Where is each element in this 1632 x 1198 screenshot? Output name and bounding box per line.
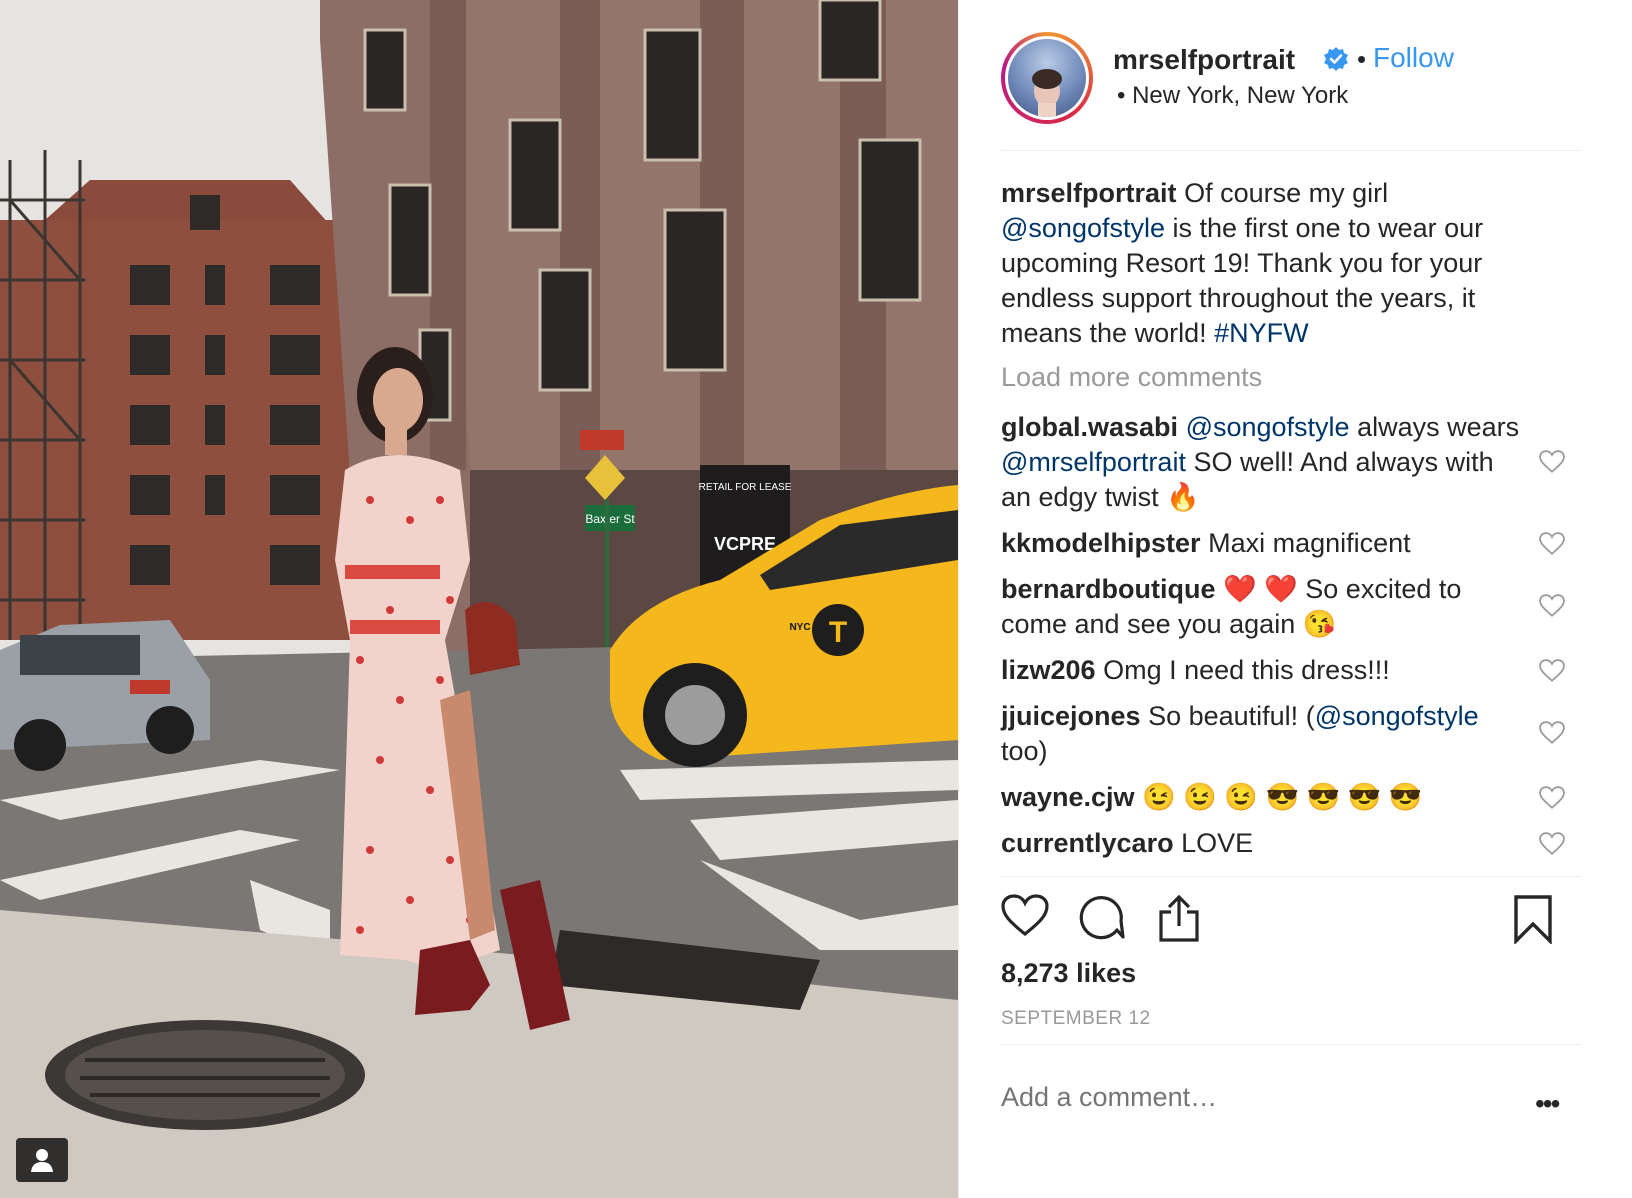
comment-item: global.wasabi @songofstyle always wears …	[1001, 410, 1565, 515]
comment-item: jjuicejones So beautiful! (@songofstyle …	[1001, 699, 1565, 769]
taxi-logo: T	[829, 616, 847, 649]
avatar[interactable]	[1001, 32, 1093, 124]
caption-username[interactable]: mrselfportrait	[1001, 178, 1177, 208]
header-separator: •	[1357, 44, 1367, 74]
comment-mention[interactable]: @songofstyle	[1315, 701, 1479, 731]
comment-text: So beautiful! (	[1148, 701, 1315, 731]
header-divider	[1001, 150, 1581, 151]
comment-username[interactable]: currentlycaro	[1001, 828, 1174, 858]
comment-item: wayne.cjw 😉 😉 😉 😎 😎 😎 😎	[1001, 780, 1565, 815]
likes-count[interactable]: 8,273 likes	[1001, 958, 1136, 989]
comment-mention[interactable]: @mrselfportrait	[1001, 447, 1186, 477]
comments-list: global.wasabi @songofstyle always wears …	[1001, 410, 1581, 872]
comment-username[interactable]: bernardboutique	[1001, 574, 1216, 604]
caption-mention[interactable]: @songofstyle	[1001, 213, 1165, 243]
comment-username[interactable]: wayne.cjw	[1001, 782, 1135, 812]
street-sign-text: Baxter St	[585, 512, 635, 526]
comment-like-heart-icon[interactable]	[1539, 832, 1565, 856]
comment-username[interactable]: kkmodelhipster	[1001, 528, 1201, 558]
comment-like-heart-icon[interactable]	[1539, 594, 1565, 618]
comment-like-heart-icon[interactable]	[1539, 532, 1565, 556]
post-side-panel: mrselfportrait • Follow • New York, New …	[958, 0, 1632, 1198]
caption-hashtag[interactable]: #NYFW	[1214, 318, 1309, 348]
comment-like-heart-icon[interactable]	[1539, 786, 1565, 810]
caption-text-1: Of course my girl	[1184, 178, 1389, 208]
comment-item: kkmodelhipster Maxi magnificent	[1001, 526, 1565, 561]
comment-username[interactable]: lizw206	[1001, 655, 1096, 685]
post-caption: mrselfportrait Of course my girl @songof…	[1001, 176, 1541, 351]
post-photo[interactable]: RETAIL FOR LEASE VCPRE Baxter St T NYC	[0, 0, 958, 1198]
comment-icon[interactable]	[1079, 894, 1125, 940]
taxi-nyc-text: NYC	[789, 622, 810, 633]
add-comment-divider	[1001, 1044, 1581, 1045]
post-header: mrselfportrait • Follow • New York, New …	[1001, 30, 1571, 160]
comment-item: lizw206 Omg I need this dress!!!	[1001, 653, 1565, 688]
comment-text: too)	[1001, 736, 1048, 766]
comment-text: Omg I need this dress!!!	[1103, 655, 1390, 685]
retail-sign-text: RETAIL FOR LEASE	[699, 482, 792, 493]
comment-like-heart-icon[interactable]	[1539, 659, 1565, 683]
comment-item: currentlycaro LOVE	[1001, 826, 1565, 861]
comment-text: always wears	[1357, 412, 1520, 442]
post-location[interactable]: • New York, New York	[1117, 82, 1348, 110]
verified-badge-icon	[1324, 47, 1348, 71]
bookmark-icon[interactable]	[1513, 894, 1553, 944]
retail-sign-brand: VCPRE	[714, 534, 776, 554]
street-scene-image: RETAIL FOR LEASE VCPRE Baxter St T NYC	[0, 0, 958, 1198]
post-author-username[interactable]: mrselfportrait	[1113, 44, 1295, 76]
hearts-emoji: ❤️ ❤️	[1223, 574, 1298, 604]
more-options-button[interactable]: •••	[1535, 1088, 1560, 1120]
tagged-users-button[interactable]	[16, 1138, 68, 1182]
emoji-row: 😉 😉 😉 😎 😎 😎 😎	[1142, 782, 1423, 812]
post-date[interactable]: SEPTEMBER 12	[1001, 1008, 1151, 1030]
follow-button[interactable]: Follow	[1373, 42, 1454, 74]
avatar-image	[1008, 39, 1086, 117]
share-icon[interactable]	[1157, 894, 1201, 942]
comments-divider	[1001, 876, 1581, 877]
comment-mention[interactable]: @songofstyle	[1186, 412, 1350, 442]
heart-icon[interactable]	[1001, 894, 1049, 938]
user-tag-icon	[31, 1149, 53, 1172]
comment-like-heart-icon[interactable]	[1539, 450, 1565, 474]
load-more-comments-button[interactable]: Load more comments	[1001, 362, 1262, 393]
comment-like-heart-icon[interactable]	[1539, 721, 1565, 745]
add-comment-input[interactable]	[1001, 1082, 1481, 1113]
comment-username[interactable]: jjuicejones	[1001, 701, 1141, 731]
comment-item: bernardboutique ❤️ ❤️ So excited to come…	[1001, 572, 1565, 642]
comment-username[interactable]: global.wasabi	[1001, 412, 1178, 442]
comment-text: Maxi magnificent	[1208, 528, 1411, 558]
post-actions	[1001, 894, 1581, 950]
fire-emoji: 🔥	[1166, 482, 1200, 512]
comment-text: LOVE	[1181, 828, 1254, 858]
kiss-emoji: 😘	[1302, 609, 1337, 639]
